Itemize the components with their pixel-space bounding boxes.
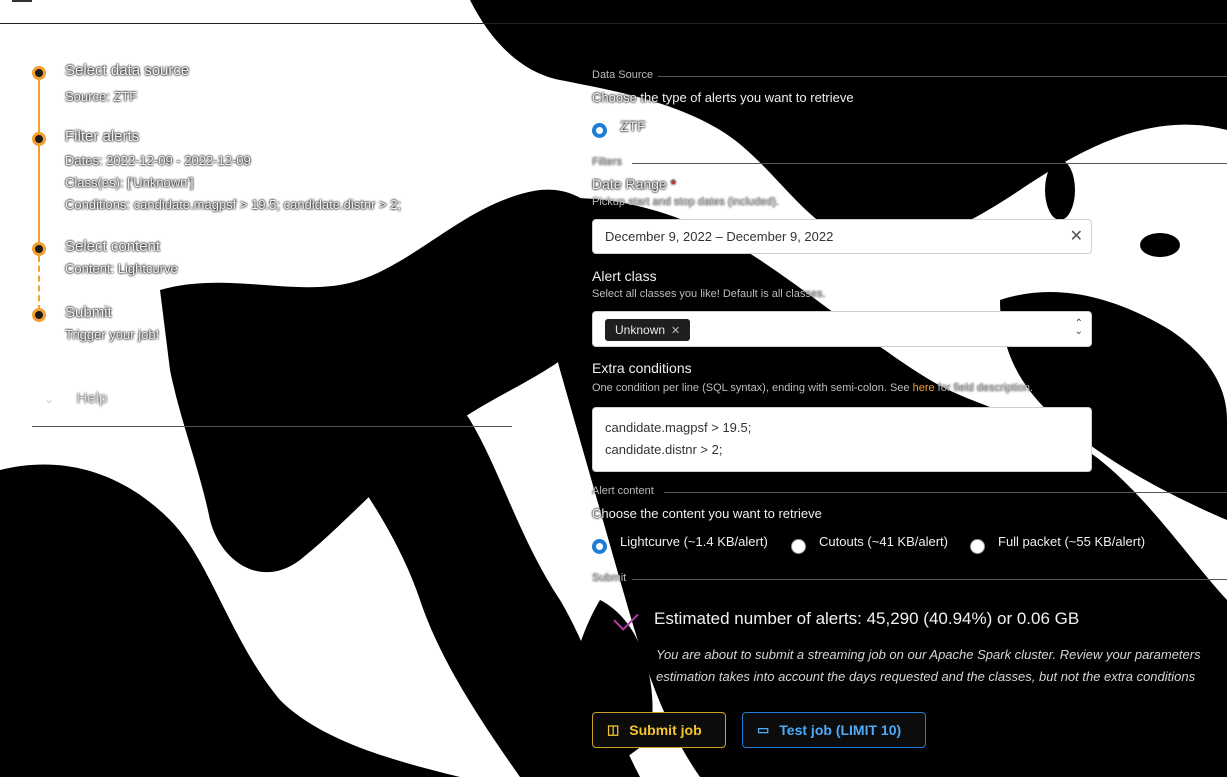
legend-line (658, 76, 1227, 77)
radio-ztf[interactable] (592, 123, 607, 138)
legend-line (632, 163, 1227, 164)
step-select-data-source[interactable]: Select data source Source: ZTF (32, 62, 512, 128)
field-description-link[interactable]: here (913, 382, 935, 394)
alert-class-label: Alert class (592, 268, 657, 284)
radio-cutouts-label: Cutouts (~41 KB/alert) (819, 534, 948, 549)
step-dot-icon (32, 242, 46, 256)
radio-lightcurve[interactable] (592, 539, 607, 554)
check-icon (613, 605, 639, 631)
step-title: Filter alerts (65, 128, 140, 145)
menu-icon[interactable] (12, 0, 32, 2)
step-desc-dates: Dates: 2022-12-09 - 2022-12-09 (65, 153, 251, 168)
radio-ztf-label: ZTF (620, 118, 646, 134)
date-range-hint: Pickup start and stop dates (included). (592, 196, 780, 208)
extra-conditions-label: Extra conditions (592, 360, 692, 376)
select-arrows-icon: ⌃ ⌄ (1074, 318, 1083, 337)
extra-conditions-textarea[interactable]: candidate.magpsf > 19.5; candidate.distn… (592, 407, 1092, 472)
legend-submit: Submit (592, 572, 627, 584)
alert-class-select[interactable]: Unknown ✕ ⌃ ⌄ (592, 311, 1092, 347)
database-icon: ◫ (607, 722, 620, 737)
step-title: Select content (65, 238, 161, 255)
help-divider (32, 426, 512, 427)
step-filter-alerts[interactable]: Filter alerts Dates: 2022-12-09 - 2022-1… (32, 128, 512, 238)
step-dot-icon (32, 132, 46, 146)
step-select-content[interactable]: Select content Content: Lightcurve (32, 238, 512, 304)
chip-remove-icon[interactable]: ✕ (671, 325, 680, 337)
step-desc: Content: Lightcurve (65, 261, 178, 276)
legend-alert-content: Alert content (592, 485, 654, 497)
submit-note-line1: You are about to submit a streaming job … (656, 647, 1201, 662)
radio-cutouts[interactable] (791, 539, 806, 554)
data-source-prompt: Choose the type of alerts you want to re… (592, 90, 854, 105)
query-form: Data Source Choose the type of alerts yo… (592, 0, 1227, 777)
legend-line (632, 579, 1227, 580)
test-job-button[interactable]: ▭ Test job (LIMIT 10) (742, 712, 926, 748)
step-desc-classes: Class(es): ['Unknown'] (65, 175, 194, 190)
radio-lightcurve-label: Lightcurve (~1.4 KB/alert) (620, 534, 768, 549)
step-title: Select data source (65, 62, 190, 79)
step-desc: Trigger your job! (65, 327, 160, 342)
submit-note-line2: estimation takes into account the days r… (656, 669, 1196, 684)
help-accordion[interactable]: ⌄ Help (44, 390, 514, 408)
step-dot-icon (32, 66, 46, 80)
clear-icon[interactable]: ✕ (1070, 226, 1083, 246)
radio-full-packet[interactable] (970, 539, 985, 554)
estimate-text: Estimated number of alerts: 45,290 (40.9… (654, 609, 1080, 628)
extra-conditions-hint: One condition per line (SQL syntax), end… (592, 382, 1034, 394)
radio-full-packet-label: Full packet (~55 KB/alert) (998, 534, 1146, 549)
submit-job-button[interactable]: ◫ Submit job (592, 712, 726, 748)
legend-filters: Filters (592, 156, 622, 168)
legend-line (664, 492, 1227, 493)
date-range-value: December 9, 2022 – December 9, 2022 (605, 229, 834, 244)
date-range-input[interactable]: December 9, 2022 – December 9, 2022 ✕ (592, 219, 1092, 254)
condition-line: candidate.distnr > 2; (605, 442, 723, 457)
alert-class-hint: Select all classes you like! Default is … (592, 288, 826, 300)
test-job-label: Test job (LIMIT 10) (779, 722, 902, 738)
legend-data-source: Data Source (592, 69, 654, 81)
alert-content-prompt: Choose the content you want to retrieve (592, 506, 822, 521)
step-title: Submit (65, 304, 112, 321)
class-chip: Unknown ✕ (605, 319, 691, 341)
step-desc: Source: ZTF (65, 89, 138, 104)
condition-line: candidate.magpsf > 19.5; (605, 420, 752, 435)
date-range-label: Date Range * (592, 176, 677, 192)
flask-icon: ▭ (757, 722, 770, 737)
chevron-down-icon: ⌄ (44, 392, 55, 406)
help-label: Help (76, 390, 108, 407)
step-submit[interactable]: Submit Trigger your job! (32, 304, 512, 364)
step-dot-icon (32, 308, 46, 322)
step-desc-conditions: Conditions: candidate.magpsf > 19.5; can… (65, 197, 402, 212)
submit-job-label: Submit job (629, 722, 702, 738)
stepper: Select data source Source: ZTF Filter al… (32, 62, 512, 364)
